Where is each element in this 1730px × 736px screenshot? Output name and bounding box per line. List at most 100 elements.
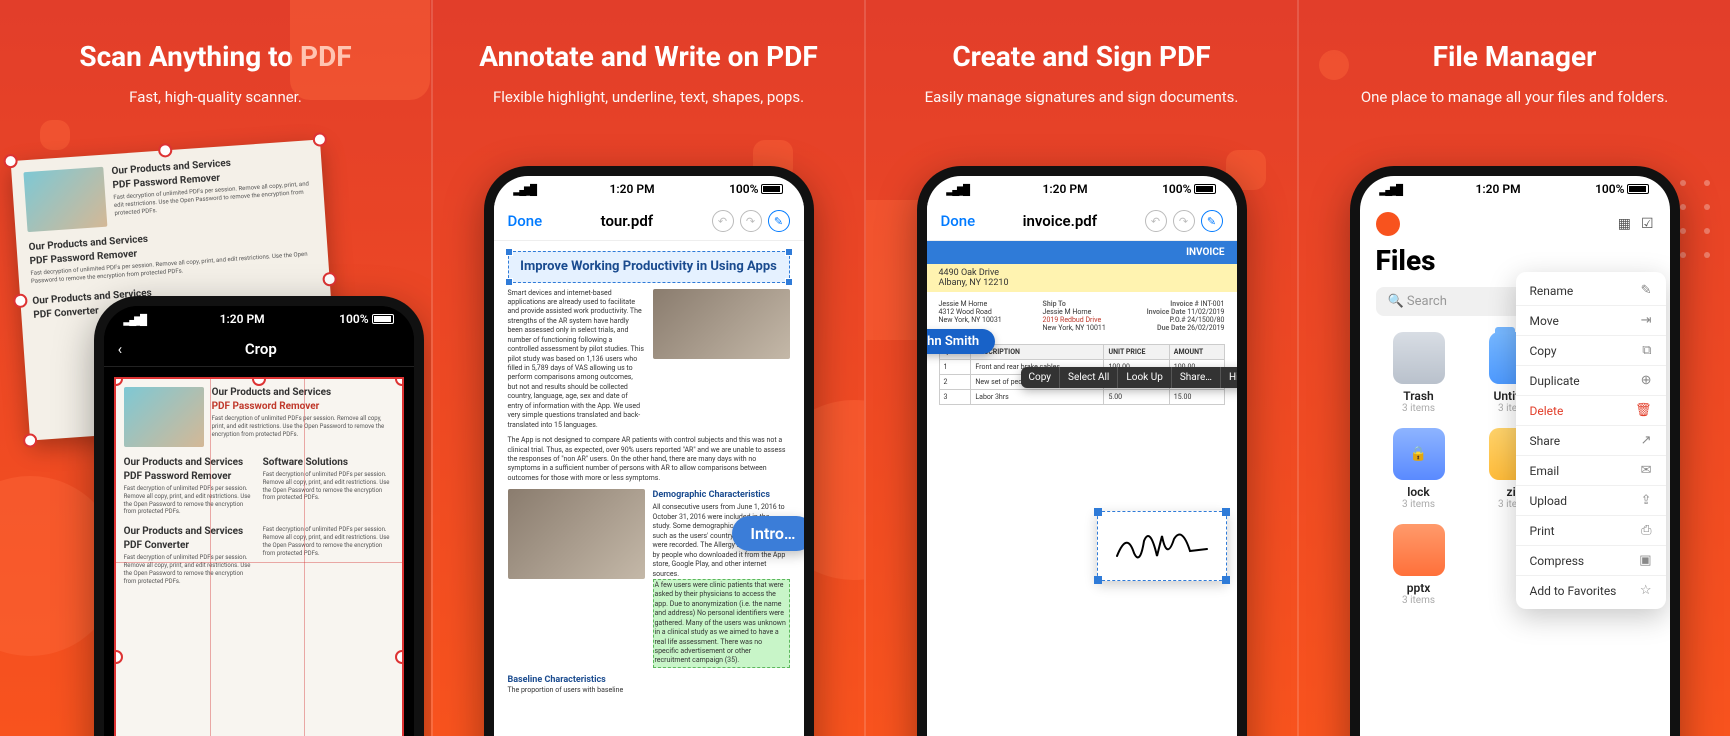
panel-scan: Scan Anything to PDF Fast, high-quality … — [0, 0, 431, 736]
crop-handle[interactable] — [114, 377, 123, 386]
signal-icon — [514, 182, 536, 196]
file-item[interactable]: pptx3 items — [1376, 524, 1462, 606]
app-logo-icon — [1376, 212, 1400, 236]
status-time: 1:20 PM — [1476, 182, 1521, 196]
headline: File Manager — [1299, 40, 1730, 73]
status-bar: 1:20 PM 100% — [1360, 176, 1670, 202]
menu-icon: ✉ — [1641, 463, 1652, 478]
headline: Create and Sign PDF — [866, 40, 1297, 73]
undo-icon[interactable]: ↶ — [712, 210, 734, 232]
back-icon[interactable]: ‹ — [118, 340, 123, 358]
menu-label: Upload — [1530, 494, 1568, 508]
phone-mockup: 1:20 PM 100% ▦ ☑ Files 🔍 Search Trash3 i… — [1350, 166, 1680, 736]
menu-add-to-favorites[interactable]: Add to Favorites☆ — [1516, 575, 1666, 605]
subline: Flexible highlight, underline, text, sha… — [433, 87, 864, 108]
menu-select-all[interactable]: Select All — [1060, 367, 1118, 388]
menu-share[interactable]: Share… — [1172, 367, 1221, 388]
app-store-screenshots: Scan Anything to PDF Fast, high-quality … — [0, 0, 1730, 736]
menu-share[interactable]: Share↗ — [1516, 425, 1666, 455]
menu-icon: ⧉ — [1642, 343, 1651, 358]
phone-mockup: 1:20 PM 100% Done invoice.pdf ↶ ↷ ✎ John… — [917, 166, 1247, 736]
signal-icon — [124, 312, 146, 326]
panel-file-manager: File Manager One place to manage all you… — [1297, 0, 1730, 736]
selection-handle[interactable] — [1222, 576, 1230, 584]
battery-icon — [1194, 184, 1216, 194]
menu-delete[interactable]: Delete🗑 — [1516, 395, 1666, 425]
invoice-document[interactable]: John Smith INVOICE 4490 Oak DriveAlbany,… — [927, 241, 1237, 736]
selection-handle[interactable] — [785, 248, 793, 256]
crop-handle[interactable] — [252, 377, 266, 386]
menu-lookup[interactable]: Look Up — [1118, 367, 1171, 388]
file-name: pptx — [1376, 581, 1462, 595]
selection-handle[interactable] — [1094, 508, 1102, 516]
menu-move[interactable]: Move⇥ — [1516, 305, 1666, 335]
crop-handle[interactable] — [395, 650, 404, 664]
highlighted-text[interactable]: A few users were clinic patients that we… — [653, 579, 790, 668]
menu-icon: ↗ — [1641, 433, 1652, 448]
menu-icon: ⎙ — [1641, 523, 1651, 538]
file-item[interactable]: Trash3 items — [1376, 332, 1462, 414]
done-button[interactable]: Done — [941, 212, 976, 230]
nav-bar: Done invoice.pdf ↶ ↷ ✎ — [927, 202, 1237, 241]
menu-label: Compress — [1530, 554, 1585, 568]
phone-mockup: 1:20 PM 100% Done tour.pdf ↶ ↷ ✎ Improve… — [484, 166, 814, 736]
file-sub: 3 items — [1376, 595, 1462, 606]
menu-copy[interactable]: Copy⧉ — [1516, 335, 1666, 365]
menu-print[interactable]: Print ⎙ — [1516, 515, 1666, 545]
file-item[interactable]: 🔒lock3 items — [1376, 428, 1462, 510]
status-time: 1:20 PM — [1043, 182, 1088, 196]
menu-upload[interactable]: Upload⇪ — [1516, 485, 1666, 515]
selected-text-box[interactable]: Improve Working Productivity in Using Ap… — [508, 251, 790, 283]
menu-label: Email — [1530, 464, 1560, 478]
redo-icon[interactable]: ↷ — [740, 210, 762, 232]
document-image — [508, 489, 645, 579]
headline: Annotate and Write on PDF — [433, 40, 864, 73]
name-popup[interactable]: John Smith — [927, 329, 996, 354]
pen-tool-icon[interactable]: ✎ — [1201, 210, 1223, 232]
status-bar: 1:20 PM 100% — [104, 306, 414, 332]
highlighted-address[interactable]: 4490 Oak DriveAlbany, NY 12210 — [927, 264, 1237, 292]
menu-compress[interactable]: Compress ▣ — [1516, 545, 1666, 575]
menu-icon: ☆ — [1640, 583, 1652, 598]
select-icon[interactable]: ☑ — [1641, 216, 1654, 232]
document-body[interactable]: Improve Working Productivity in Using Ap… — [494, 241, 804, 736]
signal-icon — [947, 182, 969, 196]
battery-icon — [1627, 184, 1649, 194]
signature-box[interactable] — [1097, 511, 1227, 581]
selection-handle[interactable] — [505, 248, 513, 256]
menu-duplicate[interactable]: Duplicate⊕ — [1516, 365, 1666, 395]
crop-frame[interactable]: Our Products and ServicesPDF Password Re… — [114, 377, 404, 736]
status-time: 1:20 PM — [610, 182, 655, 196]
menu-email[interactable]: Email ✉ — [1516, 455, 1666, 485]
context-menu: Rename✎Move⇥Copy⧉Duplicate⊕Delete🗑Share↗… — [1516, 272, 1666, 609]
file-manager-view: ▦ ☑ Files 🔍 Search Trash3 itemsUntitled3… — [1360, 202, 1670, 736]
redo-icon[interactable]: ↷ — [1173, 210, 1195, 232]
subline: Fast, high-quality scanner. — [0, 87, 431, 108]
status-time: 1:20 PM — [220, 312, 265, 326]
selection-handle[interactable] — [505, 278, 513, 286]
subline: One place to manage all your files and f… — [1299, 87, 1730, 108]
menu-icon: ✎ — [1641, 283, 1652, 298]
grid-view-icon[interactable]: ▦ — [1618, 216, 1631, 232]
menu-icon: ▣ — [1639, 553, 1651, 568]
signal-icon — [1380, 182, 1402, 196]
done-button[interactable]: Done — [508, 212, 543, 230]
menu-label: Delete — [1530, 404, 1564, 418]
menu-rename[interactable]: Rename✎ — [1516, 276, 1666, 305]
selection-handle[interactable] — [1222, 508, 1230, 516]
annotation-popup[interactable]: Intro… — [732, 516, 803, 551]
nav-title: Crop — [245, 340, 277, 358]
panel-sign: Create and Sign PDF Easily manage signat… — [864, 0, 1297, 736]
phone-mockup: 1:20 PM 100% ‹ Crop Our Products and Ser… — [94, 296, 424, 736]
undo-icon[interactable]: ↶ — [1145, 210, 1167, 232]
pen-tool-icon[interactable]: ✎ — [768, 210, 790, 232]
menu-highlight[interactable]: Highlight — [1221, 367, 1236, 388]
selection-handle[interactable] — [1094, 576, 1102, 584]
menu-label: Print — [1530, 524, 1555, 538]
crop-handle[interactable] — [395, 377, 404, 386]
menu-icon: ⇥ — [1641, 313, 1652, 328]
panel-annotate: Annotate and Write on PDF Flexible highl… — [431, 0, 864, 736]
menu-copy[interactable]: Copy — [1021, 367, 1061, 388]
crop-handle[interactable] — [114, 650, 123, 664]
selection-handle[interactable] — [785, 278, 793, 286]
